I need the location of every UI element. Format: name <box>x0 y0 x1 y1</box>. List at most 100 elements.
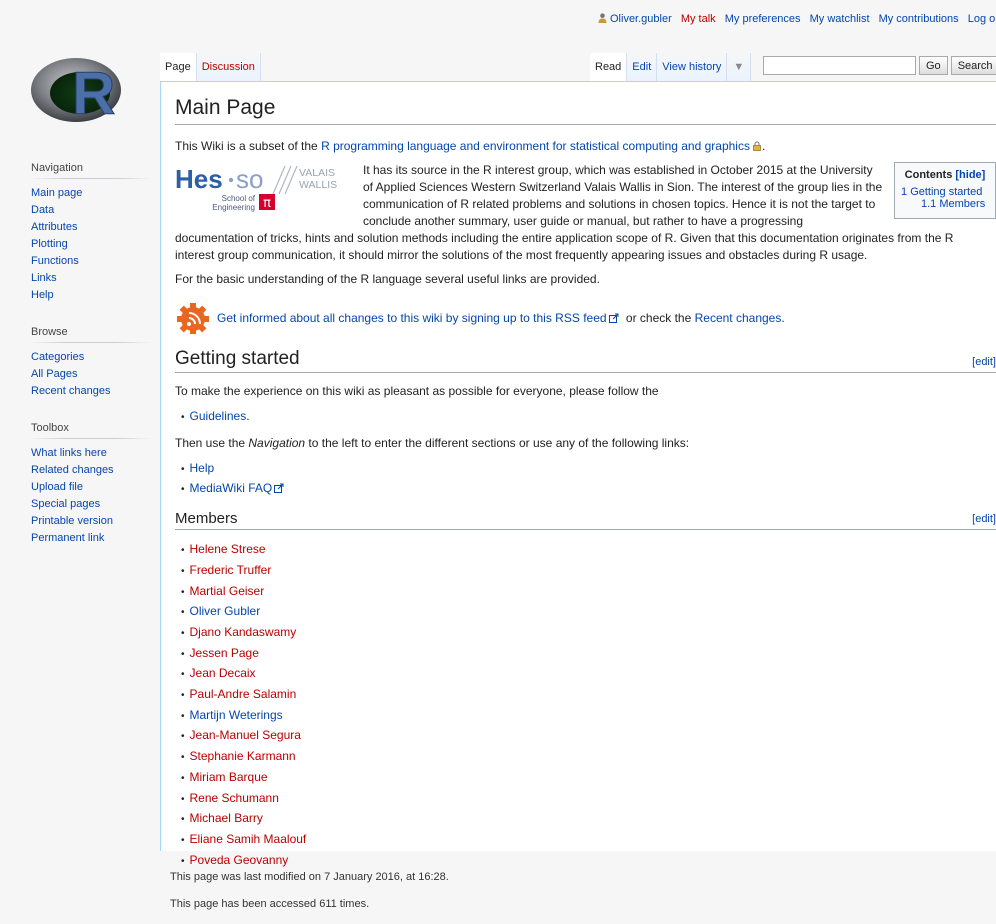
rss-feed-link[interactable]: Get informed about all changes to this w… <box>217 311 607 325</box>
toc-title: Contents <box>904 169 953 181</box>
member-link[interactable]: Martijn Weterings <box>190 708 283 722</box>
sidebar-item-printable-version[interactable]: Printable version <box>31 515 113 527</box>
toc-item-members[interactable]: 1.1 Members <box>901 198 989 210</box>
member-link[interactable]: Martial Geiser <box>190 584 265 598</box>
search-input[interactable] <box>763 56 916 75</box>
sidebar-item-related-changes[interactable]: Related changes <box>31 464 114 476</box>
list-item: Guidelines. <box>181 407 996 428</box>
edit-section-members[interactable]: [edit] <box>972 513 996 525</box>
view-history-link[interactable]: View history <box>662 61 721 73</box>
tab-edit[interactable]: Edit <box>627 53 658 81</box>
my-preferences-link[interactable]: My preferences <box>725 13 801 25</box>
main-content: Main Page This Wiki is a subset of the R… <box>160 81 996 867</box>
tab-read[interactable]: Read <box>590 53 628 81</box>
section-getting-started: Getting started [edit] <box>175 348 996 373</box>
go-button[interactable]: Go <box>919 56 948 75</box>
page-title: Main Page <box>175 96 996 125</box>
help-links-list: Help MediaWiki FAQ <box>175 459 996 500</box>
sidebar-item-what-links-here[interactable]: What links here <box>31 447 107 459</box>
search-button[interactable]: Search <box>950 56 996 75</box>
list-item: Djano Kandaswamy <box>181 623 996 644</box>
member-link[interactable]: Oliver Gubler <box>190 604 261 618</box>
sidebar-item-links[interactable]: Links <box>31 272 57 284</box>
member-link[interactable]: Poveda Geovanny <box>190 853 289 867</box>
toc-item-getting-started[interactable]: 1 Getting started <box>901 186 989 198</box>
svg-text:WALLIS: WALLIS <box>299 179 337 191</box>
member-link[interactable]: Djano Kandaswamy <box>190 625 297 639</box>
tab-page[interactable]: Page <box>160 53 197 81</box>
guidelines-intro: To make the experience on this wiki as p… <box>175 384 659 398</box>
r-logo-icon: R <box>31 58 121 128</box>
rss-gear-icon <box>177 303 209 334</box>
edit-link[interactable]: Edit <box>632 61 651 73</box>
member-link[interactable]: Rene Schumann <box>190 791 279 805</box>
logout-link[interactable]: Log out <box>968 13 996 25</box>
list-item: Stephanie Karmann <box>181 747 996 768</box>
site-logo[interactable]: R <box>28 50 138 130</box>
sidebar-item-data[interactable]: Data <box>31 204 54 216</box>
hesso-logo: Hes so VALAIS WALLIS School of Engineeri… <box>175 164 355 216</box>
member-link[interactable]: Helene Strese <box>190 542 266 556</box>
sidebar-item-upload-file[interactable]: Upload file <box>31 481 83 493</box>
sidebar-item-attributes[interactable]: Attributes <box>31 221 77 233</box>
list-item: Miriam Barque <box>181 768 996 789</box>
user-name[interactable]: Oliver.gubler <box>610 13 672 25</box>
list-item: Helene Strese <box>181 540 996 561</box>
list-item: Oliver Gubler <box>181 602 996 623</box>
sidebar-item-recent-changes[interactable]: Recent changes <box>31 385 111 397</box>
guidelines-link[interactable]: Guidelines <box>190 409 247 423</box>
edit-section-getting-started[interactable]: [edit] <box>972 356 996 368</box>
member-link[interactable]: Frederic Truffer <box>190 563 272 577</box>
tab-view-history[interactable]: View history <box>657 53 728 81</box>
member-link[interactable]: Jean Decaix <box>190 666 256 680</box>
sidebar-item-plotting[interactable]: Plotting <box>31 238 68 250</box>
svg-text:School of: School of <box>222 194 256 203</box>
toc-hide-link[interactable]: [hide] <box>955 169 985 181</box>
user-link[interactable]: Oliver.gubler <box>598 13 675 25</box>
member-link[interactable]: Jessen Page <box>190 646 259 660</box>
member-link[interactable]: Michael Barry <box>190 811 263 825</box>
external-link-icon <box>274 483 284 494</box>
navigation-hint: Then use the Navigation to the left to e… <box>175 435 690 450</box>
user-icon <box>598 13 607 23</box>
guidelines-list: Guidelines. <box>175 407 996 428</box>
list-item: Rene Schumann <box>181 789 996 810</box>
member-link[interactable]: Miriam Barque <box>190 770 268 784</box>
mediawiki-faq-link[interactable]: MediaWiki FAQ <box>190 481 273 495</box>
list-item: Jean-Manuel Segura <box>181 726 996 747</box>
portal-navigation: Navigation Main page Data Attributes Plo… <box>31 162 151 304</box>
sidebar-item-special-pages[interactable]: Special pages <box>31 498 100 510</box>
my-contributions-link[interactable]: My contributions <box>879 13 959 25</box>
my-talk-link[interactable]: My talk <box>681 13 716 25</box>
member-link[interactable]: Stephanie Karmann <box>190 749 296 763</box>
help-link[interactable]: Help <box>190 461 215 475</box>
discussion-link[interactable]: Discussion <box>202 61 255 73</box>
r-project-link[interactable]: R programming language and environment f… <box>321 139 750 153</box>
tab-discussion[interactable]: Discussion <box>196 53 261 81</box>
svg-text:R: R <box>72 60 115 127</box>
svg-text:so: so <box>236 164 263 194</box>
recent-changes-link[interactable]: Recent changes <box>695 311 782 325</box>
list-item: Martial Geiser <box>181 582 996 603</box>
list-item: Paul-Andre Salamin <box>181 685 996 706</box>
svg-text:VALAIS: VALAIS <box>299 167 335 179</box>
sidebar-item-permanent-link[interactable]: Permanent link <box>31 532 104 544</box>
list-item: Martijn Weterings <box>181 706 996 727</box>
svg-text:Hes: Hes <box>175 164 223 194</box>
list-item: Help <box>181 459 996 480</box>
more-actions-menu[interactable]: ▼ <box>727 53 752 81</box>
chevron-down-icon: ▼ <box>733 61 745 73</box>
member-link[interactable]: Eliane Samih Maalouf <box>190 832 307 846</box>
svg-text:Engineering: Engineering <box>212 203 255 212</box>
member-link[interactable]: Jean-Manuel Segura <box>190 728 301 742</box>
footer: This page was last modified on 7 January… <box>170 870 449 924</box>
sidebar-item-functions[interactable]: Functions <box>31 255 79 267</box>
sidebar-item-categories[interactable]: Categories <box>31 351 84 363</box>
member-link[interactable]: Paul-Andre Salamin <box>190 687 297 701</box>
section-members: Members [edit] <box>175 510 996 531</box>
sidebar-item-all-pages[interactable]: All Pages <box>31 368 77 380</box>
sidebar-item-help[interactable]: Help <box>31 289 54 301</box>
sidebar-item-main-page[interactable]: Main page <box>31 187 82 199</box>
my-watchlist-link[interactable]: My watchlist <box>810 13 870 25</box>
svg-text:π: π <box>263 196 271 211</box>
